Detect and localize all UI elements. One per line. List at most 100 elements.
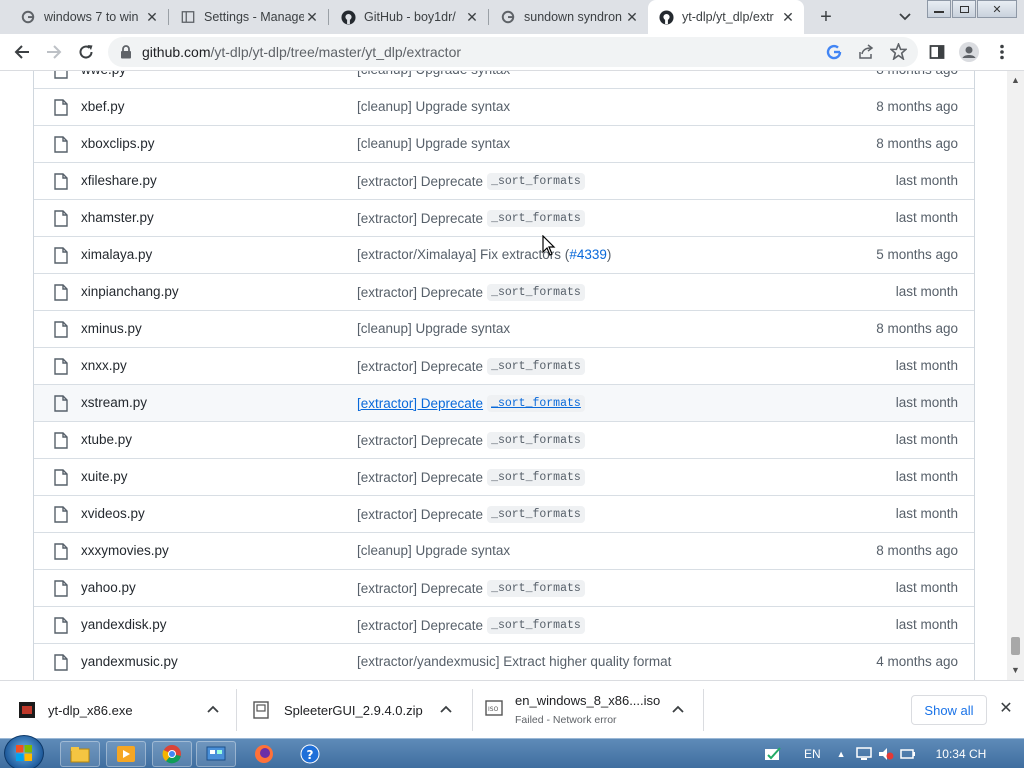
network-icon[interactable]	[855, 747, 872, 761]
file-row[interactable]: xstream.py [extractor] Deprecate _sort_for…	[34, 384, 974, 421]
download-item-failed[interactable]: ISO en_windows_8_x86....iso Failed - Net…	[467, 681, 703, 739]
commit-message-link[interactable]: [cleanup] Upgrade syntax	[357, 321, 510, 336]
file-row[interactable]: yahoo.py [extractor] Deprecate _sort_forma…	[34, 569, 974, 606]
commit-message-link[interactable]: [extractor] Deprecate _sort_formats	[357, 506, 585, 523]
file-row[interactable]: xboxclips.py [cleanup] Upgrade syntax 8 mo…	[34, 125, 974, 162]
scrollbar[interactable]: ▲ ▼	[1007, 71, 1024, 680]
file-row[interactable]: xxxymovies.py [cleanup] Upgrade syntax 8 m…	[34, 532, 974, 569]
start-button[interactable]	[4, 735, 44, 768]
tab-windows-7[interactable]: windows 7 to win ✕	[10, 0, 168, 34]
commit-message-link[interactable]: [extractor] Deprecate _sort_formats	[357, 395, 585, 412]
download-item[interactable]: yt-dlp_x86.exe	[0, 681, 236, 739]
commit-message-link[interactable]: [extractor] Deprecate _sort_formats	[357, 284, 585, 301]
file-name-link[interactable]: xhamster.py	[81, 210, 154, 225]
commit-message-link[interactable]: [extractor/Ximalaya] Fix extractors (#43…	[357, 247, 611, 262]
volume-muted-icon[interactable]	[878, 747, 894, 761]
file-name-link[interactable]: yandexmusic.py	[81, 654, 178, 669]
language-indicator[interactable]: EN	[804, 747, 821, 761]
file-row[interactable]: xvideos.py [extractor] Deprecate _sort_for…	[34, 495, 974, 532]
new-tab-button[interactable]: +	[814, 5, 838, 29]
file-name-link[interactable]: xuite.py	[81, 469, 128, 484]
share-icon[interactable]	[858, 44, 874, 65]
side-panel-button[interactable]	[925, 40, 949, 64]
tab-yt-dlp-active[interactable]: yt-dlp/yt_dlp/extr ✕	[648, 0, 804, 34]
commit-message-link[interactable]: [cleanup] Upgrade syntax	[357, 71, 510, 77]
close-icon[interactable]: ✕	[624, 9, 640, 25]
power-icon[interactable]	[899, 747, 916, 761]
file-row[interactable]: ximalaya.py [extractor/Ximalaya] Fix extr…	[34, 236, 974, 273]
file-name-link[interactable]: ximalaya.py	[81, 247, 152, 262]
scroll-up-icon[interactable]: ▲	[1011, 75, 1020, 85]
lock-icon[interactable]	[120, 45, 132, 64]
commit-message-link[interactable]: [extractor] Deprecate _sort_formats	[357, 617, 585, 634]
file-row[interactable]: xuite.py [extractor] Deprecate _sort_forma…	[34, 458, 974, 495]
commit-message-link[interactable]: [extractor] Deprecate _sort_formats	[357, 173, 585, 190]
file-name-link[interactable]: xminus.py	[81, 321, 142, 336]
file-name-link[interactable]: xfileshare.py	[81, 173, 157, 188]
file-name-link[interactable]: xxxymovies.py	[81, 543, 169, 558]
chevron-up-icon[interactable]	[439, 702, 453, 716]
file-row[interactable]: xminus.py [cleanup] Upgrade syntax 8 month…	[34, 310, 974, 347]
clock[interactable]: 10:34 CH	[936, 747, 987, 761]
back-button[interactable]	[10, 40, 34, 64]
address-bar[interactable]: github.com/yt-dlp/yt-dlp/tree/master/yt_…	[108, 37, 918, 67]
taskbar-chrome[interactable]	[152, 741, 192, 767]
taskbar-firefox[interactable]	[244, 741, 284, 767]
commit-message-link[interactable]: [cleanup] Upgrade syntax	[357, 99, 510, 114]
taskbar-media-player[interactable]	[106, 741, 146, 767]
minimize-button[interactable]	[927, 0, 951, 18]
show-all-button[interactable]: Show all	[911, 695, 987, 725]
file-name-link[interactable]: xboxclips.py	[81, 136, 155, 151]
commit-message-link[interactable]: [extractor] Deprecate _sort_formats	[357, 469, 585, 486]
file-name-link[interactable]: xnxx.py	[81, 358, 127, 373]
file-row[interactable]: yandexdisk.py [extractor] Deprecate _sort_…	[34, 606, 974, 643]
tab-search-button[interactable]	[894, 6, 916, 28]
tray-expand-icon[interactable]: ▲	[837, 749, 846, 759]
commit-message-link[interactable]: [extractor] Deprecate _sort_formats	[357, 358, 585, 375]
forward-button[interactable]	[42, 40, 66, 64]
close-icon[interactable]: ✕	[304, 9, 320, 25]
reload-button[interactable]	[74, 40, 98, 64]
file-row[interactable]: wwe.py [cleanup] Upgrade syntax 8 months a…	[34, 71, 974, 88]
commit-message-link[interactable]: [extractor] Deprecate _sort_formats	[357, 210, 585, 227]
file-name-link[interactable]: xinpianchang.py	[81, 284, 179, 299]
file-name-link[interactable]: xstream.py	[81, 395, 147, 410]
file-name-link[interactable]: yahoo.py	[81, 580, 136, 595]
commit-message-link[interactable]: [extractor] Deprecate _sort_formats	[357, 432, 585, 449]
profile-button[interactable]	[957, 40, 981, 64]
taskbar-help[interactable]: ?	[290, 741, 330, 767]
restore-button[interactable]	[952, 0, 976, 18]
bookmark-star-icon[interactable]	[888, 41, 909, 65]
google-lens-icon[interactable]	[826, 44, 842, 65]
download-item[interactable]: SpleeterGUI_2.9.4.0.zip	[236, 681, 472, 739]
file-row[interactable]: xhamster.py [extractor] Deprecate _sort_fo…	[34, 199, 974, 236]
file-row[interactable]: yandexmusic.py [extractor/yandexmusic] Ex…	[34, 643, 974, 680]
file-name-link[interactable]: wwe.py	[81, 71, 126, 77]
file-name-link[interactable]: yandexdisk.py	[81, 617, 167, 632]
file-row[interactable]: xnxx.py [extractor] Deprecate _sort_format…	[34, 347, 974, 384]
file-name-link[interactable]: xvideos.py	[81, 506, 145, 521]
file-name-link[interactable]: xtube.py	[81, 432, 132, 447]
scroll-down-icon[interactable]: ▼	[1011, 665, 1020, 675]
menu-button[interactable]	[990, 40, 1014, 64]
chevron-up-icon[interactable]	[671, 702, 685, 716]
tab-settings[interactable]: Settings - Manage ✕	[170, 0, 328, 34]
close-icon[interactable]: ✕	[144, 9, 160, 25]
file-row[interactable]: xinpianchang.py [extractor] Deprecate _sor…	[34, 273, 974, 310]
file-row[interactable]: xfileshare.py [extractor] Deprecate _sort_…	[34, 162, 974, 199]
tab-github[interactable]: GitHub - boy1dr/ ✕	[330, 0, 488, 34]
taskbar-control-panel[interactable]	[196, 741, 236, 767]
taskbar-explorer[interactable]	[60, 741, 100, 767]
commit-message-link[interactable]: [cleanup] Upgrade syntax	[357, 543, 510, 558]
tab-sundown[interactable]: sundown syndron ✕	[490, 0, 648, 34]
chevron-up-icon[interactable]	[206, 702, 220, 716]
file-row[interactable]: xtube.py [extractor] Deprecate _sort_forma…	[34, 421, 974, 458]
pull-request-link[interactable]: #4339	[569, 247, 607, 262]
commit-message-link[interactable]: [extractor/yandexmusic] Extract higher q…	[357, 654, 671, 669]
file-name-link[interactable]: xbef.py	[81, 99, 125, 114]
close-icon[interactable]: ✕	[997, 699, 1015, 717]
commit-message-link[interactable]: [cleanup] Upgrade syntax	[357, 136, 510, 151]
window-close-button[interactable]: ✕	[977, 0, 1017, 18]
commit-message-link[interactable]: [extractor] Deprecate _sort_formats	[357, 580, 585, 597]
action-center-icon[interactable]	[764, 746, 782, 762]
